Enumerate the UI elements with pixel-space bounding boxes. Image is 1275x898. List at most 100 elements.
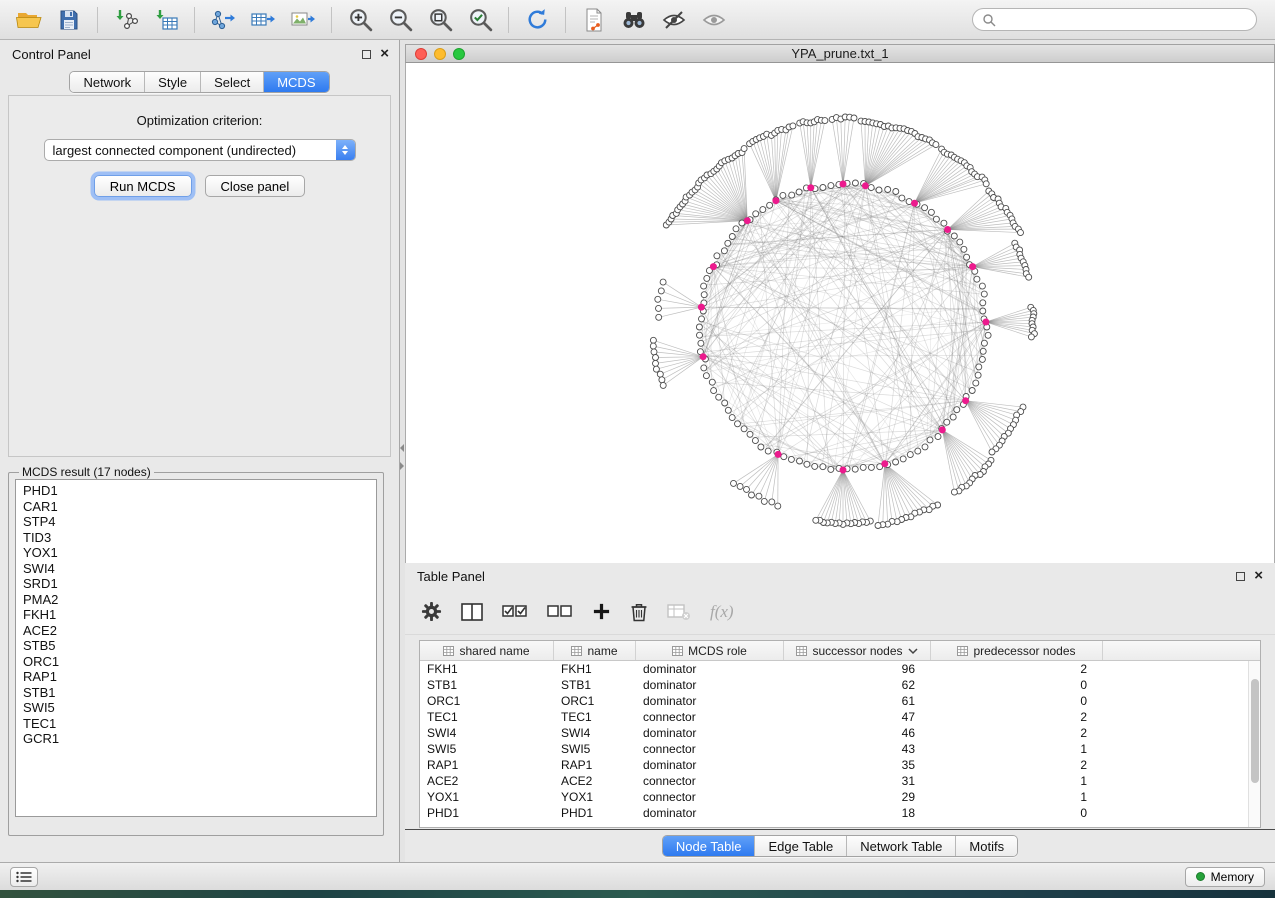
function-builder-button[interactable]: f(x)	[710, 602, 734, 622]
tab-style[interactable]: Style	[144, 72, 200, 92]
mcds-result-item[interactable]: GCR1	[23, 731, 376, 747]
table-row[interactable]: TEC1TEC1connector472	[420, 709, 1260, 725]
tab-select[interactable]: Select	[200, 72, 263, 92]
add-column-button[interactable]	[592, 602, 611, 621]
import-table-button[interactable]	[147, 4, 185, 36]
close-panel-button[interactable]: Close panel	[205, 175, 306, 197]
search-network-button[interactable]	[615, 4, 653, 36]
table-row[interactable]: STB1STB1dominator620	[420, 677, 1260, 693]
deselect-all-button[interactable]	[547, 602, 573, 622]
cell-MCDS-role: dominator	[636, 726, 784, 740]
search-input[interactable]	[1001, 13, 1247, 27]
network-canvas[interactable]	[405, 63, 1275, 563]
mcds-result-item[interactable]: STB1	[23, 685, 376, 701]
table-tab-node-table[interactable]: Node Table	[663, 836, 755, 856]
table-row[interactable]: ACE2ACE2connector311	[420, 773, 1260, 789]
show-columns-button[interactable]	[461, 602, 483, 622]
delete-table-button-disabled[interactable]	[667, 602, 691, 622]
table-panel-divider	[405, 829, 1275, 830]
status-menu-button[interactable]	[10, 867, 38, 887]
toolbar-separator	[508, 7, 509, 33]
column-header-name[interactable]: name	[554, 641, 636, 660]
tab-network[interactable]: Network	[70, 72, 144, 92]
mcds-result-item[interactable]: PHD1	[23, 483, 376, 499]
export-network-button[interactable]	[204, 4, 242, 36]
mcds-result-item[interactable]: SRD1	[23, 576, 376, 592]
table-panel-title: Table Panel	[417, 569, 485, 584]
mcds-result-item[interactable]: FKH1	[23, 607, 376, 623]
mcds-result-item[interactable]: TEC1	[23, 716, 376, 732]
float-table-panel-icon[interactable]	[1236, 572, 1245, 581]
panel-splitter-handle[interactable]	[400, 444, 405, 470]
column-header-successor-nodes[interactable]: successor nodes	[784, 641, 931, 660]
table-row[interactable]: PHD1PHD1dominator180	[420, 805, 1260, 821]
clipboard-share-button[interactable]	[575, 4, 613, 36]
column-header-shared-name[interactable]: shared name	[420, 641, 554, 660]
table-panel-header: Table Panel ×	[405, 563, 1275, 589]
show-eye-icon	[701, 8, 727, 32]
export-table-button[interactable]	[244, 4, 282, 36]
show-all-button[interactable]	[695, 4, 733, 36]
network-titlebar[interactable]: YPA_prune.txt_1	[405, 44, 1275, 63]
cell-successor-nodes: 31	[784, 774, 931, 788]
cell-name: RAP1	[554, 758, 636, 772]
scrollbar-thumb[interactable]	[1251, 679, 1259, 783]
delete-column-button[interactable]	[630, 602, 648, 622]
mcds-result-title: MCDS result (17 nodes)	[19, 465, 154, 479]
table-scrollbar[interactable]	[1248, 661, 1260, 827]
table-tab-motifs[interactable]: Motifs	[955, 836, 1017, 856]
tab-mcds[interactable]: MCDS	[263, 72, 328, 92]
search-icon	[982, 13, 996, 27]
zoom-out-icon	[387, 6, 414, 33]
column-header-predecessor-nodes[interactable]: predecessor nodes	[931, 641, 1103, 660]
table-row[interactable]: YOX1YOX1connector291	[420, 789, 1260, 805]
table-row[interactable]: FKH1FKH1dominator962	[420, 661, 1260, 677]
table-settings-button[interactable]	[421, 601, 442, 622]
select-all-button[interactable]	[502, 602, 528, 622]
open-file-button[interactable]	[10, 4, 48, 36]
run-mcds-button[interactable]: Run MCDS	[94, 175, 192, 197]
mcds-result-item[interactable]: STB5	[23, 638, 376, 654]
mcds-result-item[interactable]: SWI5	[23, 700, 376, 716]
table-row[interactable]: SWI4SWI4dominator462	[420, 725, 1260, 741]
memory-button[interactable]: Memory	[1185, 867, 1265, 887]
mcds-result-item[interactable]: CAR1	[23, 499, 376, 515]
mcds-result-item[interactable]: RAP1	[23, 669, 376, 685]
mcds-result-item[interactable]: ACE2	[23, 623, 376, 639]
search-box[interactable]	[972, 8, 1257, 31]
import-network-icon	[113, 8, 139, 32]
cell-name: TEC1	[554, 710, 636, 724]
mcds-result-item[interactable]: ORC1	[23, 654, 376, 670]
mcds-result-item[interactable]: YOX1	[23, 545, 376, 561]
network-graph[interactable]	[406, 63, 1274, 563]
zoom-in-button[interactable]	[341, 4, 379, 36]
table-row[interactable]: SWI5SWI5connector431	[420, 741, 1260, 757]
import-network-button[interactable]	[107, 4, 145, 36]
toolbar-separator	[194, 7, 195, 33]
cell-name: FKH1	[554, 662, 636, 676]
mcds-result-item[interactable]: SWI4	[23, 561, 376, 577]
column-type-icon	[672, 646, 683, 656]
mcds-result-item[interactable]: TID3	[23, 530, 376, 546]
table-tab-edge-table[interactable]: Edge Table	[754, 836, 846, 856]
mcds-result-list[interactable]: PHD1CAR1STP4TID3YOX1SWI4SRD1PMA2FKH1ACE2…	[15, 479, 377, 817]
table-row[interactable]: ORC1ORC1dominator610	[420, 693, 1260, 709]
zoom-selected-button[interactable]	[461, 4, 499, 36]
mcds-result-item[interactable]: PMA2	[23, 592, 376, 608]
column-header-MCDS-role[interactable]: MCDS role	[636, 641, 784, 660]
float-panel-icon[interactable]	[362, 50, 371, 59]
optimization-dropdown[interactable]: largest connected component (undirected)	[44, 139, 356, 161]
save-session-button[interactable]	[50, 4, 88, 36]
refresh-layout-button[interactable]	[518, 4, 556, 36]
cell-successor-nodes: 62	[784, 678, 931, 692]
export-image-button[interactable]	[284, 4, 322, 36]
table-tab-network-table[interactable]: Network Table	[846, 836, 955, 856]
zoom-out-button[interactable]	[381, 4, 419, 36]
zoom-fit-button[interactable]	[421, 4, 459, 36]
control-panel-tabs: NetworkStyleSelectMCDS	[69, 71, 329, 93]
close-table-panel-icon[interactable]: ×	[1254, 571, 1263, 581]
hide-selected-button[interactable]	[655, 4, 693, 36]
close-panel-icon[interactable]: ×	[380, 49, 389, 59]
table-row[interactable]: RAP1RAP1dominator352	[420, 757, 1260, 773]
mcds-result-item[interactable]: STP4	[23, 514, 376, 530]
